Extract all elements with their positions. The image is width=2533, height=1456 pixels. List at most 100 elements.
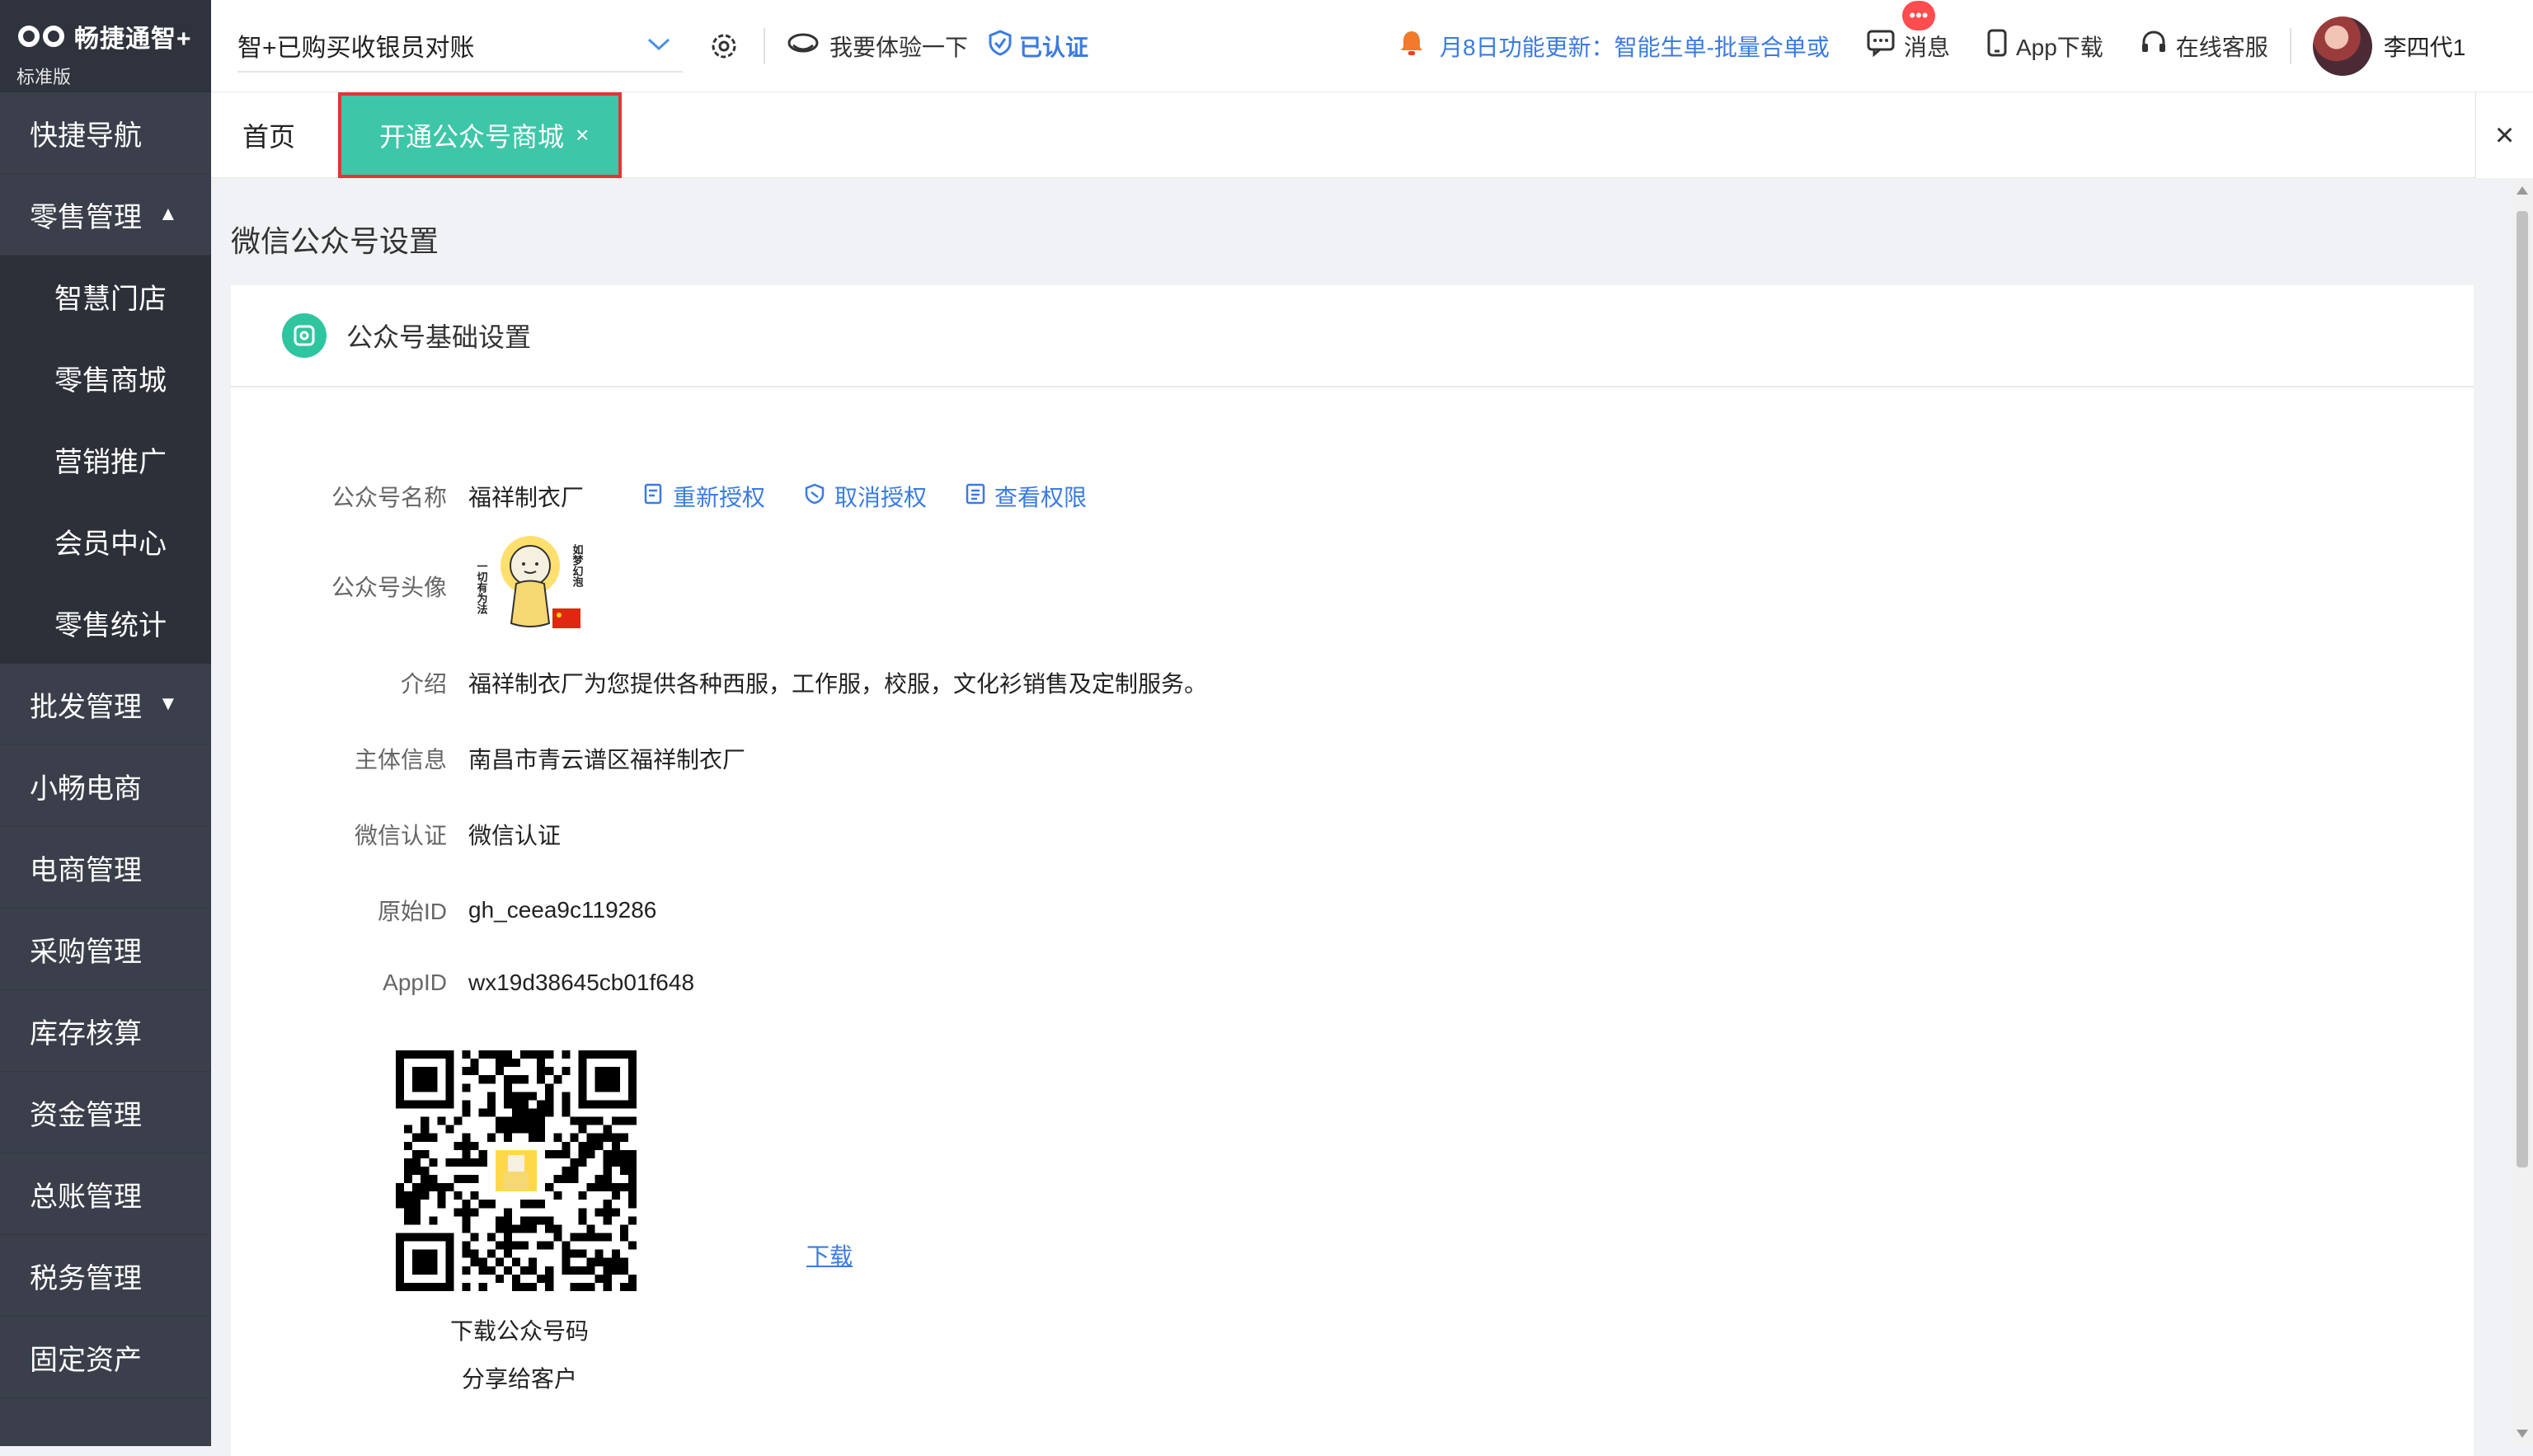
messages-button[interactable]: 消息 •••	[1866, 1, 1950, 63]
scroll-up-arrow-icon[interactable]	[2517, 186, 2528, 195]
sidebar-item-smart-store[interactable]: 智慧门店	[0, 256, 211, 337]
user-menu[interactable]: 李四代1	[2312, 16, 2466, 76]
field-value: wx19d38645cb01f648	[468, 970, 695, 995]
verified-badge: 已认证	[988, 30, 1088, 63]
section-title: 公众号基础设置	[346, 322, 532, 352]
sidebar-item-label: 零售商城	[54, 365, 167, 397]
avatar-text-right: 如梦幻泡	[571, 543, 584, 588]
sidebar-item-wholesale[interactable]: 批发管理 ▼	[0, 664, 211, 745]
sidebar-item-xiaochang-ecommerce[interactable]: 小畅电商	[0, 745, 211, 827]
divider	[2289, 27, 2291, 64]
field-value: 微信认证	[468, 823, 562, 848]
avatar	[2312, 16, 2372, 76]
app-download-button[interactable]: App下载	[1986, 28, 2103, 63]
online-support-button[interactable]: 在线客服	[2140, 29, 2268, 63]
sidebar-item-label: 固定资产	[30, 1344, 142, 1376]
sidebar-item-label: 会员中心	[54, 528, 167, 560]
close-all-tabs-button[interactable]: ×	[2475, 92, 2533, 178]
sidebar-item-retail-mall[interactable]: 零售商城	[0, 337, 211, 419]
auth-actions: 重新授权 取消授权 查看权限	[643, 480, 1087, 513]
field-row-avatar: 公众号头像 一切有为法 如梦幻泡	[231, 533, 592, 640]
sidebar-item-marketing[interactable]: 营销推广	[0, 419, 211, 500]
cancel-authorization-button[interactable]: 取消授权	[803, 480, 927, 513]
qr-caption-line2: 分享给客户	[461, 1366, 577, 1392]
avatar-text-left: 一切有为法	[476, 561, 488, 615]
qr-code	[396, 1050, 637, 1291]
caret-up-icon: ▲	[158, 203, 178, 225]
sidebar: 畅捷通智+ 标准版 快捷导航 零售管理 ▲ 智慧门店 零售商城 营销推广 会员中…	[0, 0, 211, 1446]
qr-caption: 下载公众号码 分享给客户	[437, 1308, 602, 1403]
field-label: 公众号头像	[331, 575, 447, 600]
list-icon	[965, 482, 986, 511]
sidebar-item-label: 采购管理	[30, 936, 142, 968]
sidebar-item-retail[interactable]: 零售管理 ▲	[0, 174, 211, 256]
field-label: 原始ID	[377, 899, 447, 924]
sidebar-submenu-retail: 智慧门店 零售商城 营销推广 会员中心 零售统计	[0, 256, 211, 664]
close-icon[interactable]: ×	[576, 122, 589, 148]
view-permissions-button[interactable]: 查看权限	[965, 480, 1087, 513]
divider	[764, 27, 765, 64]
sidebar-item-tax[interactable]: 税务管理	[0, 1235, 211, 1317]
sidebar-item-label: 小畅电商	[30, 773, 142, 805]
sidebar-item-label: 电商管理	[30, 854, 142, 886]
app-download-label: App下载	[2015, 34, 2103, 60]
company-selector[interactable]: 智+已购买收银员对账	[237, 20, 683, 73]
user-name: 李四代1	[2383, 34, 2466, 60]
qr-caption-line1: 下载公众号码	[449, 1318, 589, 1344]
sidebar-item-label: 营销推广	[54, 447, 167, 478]
settings-icon	[282, 313, 327, 358]
sidebar-item-label: 批发管理	[30, 691, 142, 723]
logo-brand: 畅捷通智+	[74, 26, 192, 53]
update-notice[interactable]: 月8日功能更新：智能生单-批量合单或	[1398, 29, 1830, 63]
logo[interactable]: 畅捷通智+ 标准版	[0, 0, 211, 92]
verified-label: 已认证	[1019, 34, 1089, 60]
edit-doc-icon	[643, 482, 665, 511]
sidebar-item-member-center[interactable]: 会员中心	[0, 500, 211, 582]
company-name: 智+已购买收银员对账	[237, 34, 475, 62]
tab-home[interactable]: 首页	[242, 116, 325, 154]
sidebar-item-ledger[interactable]: 总账管理	[0, 1153, 211, 1235]
sidebar-item-purchase[interactable]: 采购管理	[0, 909, 211, 990]
field-row-subject: 主体信息 南昌市青云谱区福祥制衣厂	[231, 742, 745, 775]
field-value: 福祥制衣厂	[468, 485, 585, 510]
sidebar-item-label: 零售统计	[54, 610, 167, 641]
bell-icon	[1398, 29, 1425, 63]
headset-icon	[2140, 29, 2168, 63]
sidebar-item-label: 总账管理	[30, 1181, 142, 1213]
scroll-down-arrow-icon[interactable]	[2517, 1430, 2528, 1438]
sidebar-item-ecommerce[interactable]: 电商管理	[0, 827, 211, 909]
revoke-icon	[803, 482, 826, 511]
account-avatar-image: 一切有为法 如梦幻泡	[468, 533, 592, 640]
download-qr-link[interactable]: 下载	[806, 1238, 853, 1271]
phone-icon	[1986, 28, 2008, 63]
shield-check-icon	[988, 30, 1013, 62]
sidebar-item-retail-stats[interactable]: 零售统计	[0, 582, 211, 664]
sidebar-item-label: 税务管理	[30, 1262, 142, 1294]
field-row-original-id: 原始ID gh_ceea9c119286	[231, 894, 656, 927]
sidebar-item-quick-nav[interactable]: 快捷导航	[0, 92, 211, 174]
scrollbar[interactable]	[2512, 178, 2533, 1446]
chevron-down-icon	[646, 32, 671, 58]
top-bar: 智+已购买收银员对账 我要体验一下 已认证 月8日功能更新：智能生单-批量合单或…	[211, 0, 2533, 92]
sidebar-item-label: 资金管理	[30, 1099, 142, 1131]
experience-icon	[787, 31, 820, 61]
tab-open-wechat-mall[interactable]: 开通公众号商城 ×	[338, 92, 623, 178]
sidebar-item-label: 智慧门店	[54, 284, 167, 315]
sidebar-item-inventory[interactable]: 库存核算	[0, 990, 211, 1072]
field-label: 介绍	[400, 671, 447, 697]
tab-bar: 首页 开通公众号商城 × ×	[211, 92, 2533, 178]
trial-link[interactable]: 我要体验一下	[787, 30, 968, 63]
logo-mark: 畅捷通智+	[16, 18, 211, 54]
scroll-thumb[interactable]	[2517, 211, 2528, 1167]
sidebar-item-label: 库存核算	[30, 1017, 142, 1050]
field-row-certification: 微信认证 微信认证	[231, 818, 561, 851]
support-label: 在线客服	[2175, 34, 2268, 60]
field-row-appid: AppID wx19d38645cb01f648	[231, 970, 694, 996]
caret-down-icon: ▼	[158, 693, 178, 715]
action-label: 取消授权	[834, 485, 928, 510]
reauthorize-button[interactable]: 重新授权	[643, 480, 765, 513]
gear-icon[interactable]	[706, 28, 742, 64]
sidebar-item-funds[interactable]: 资金管理	[0, 1072, 211, 1153]
sidebar-item-fixed-assets[interactable]: 固定资产	[0, 1317, 211, 1398]
chat-icon	[1866, 29, 1896, 63]
